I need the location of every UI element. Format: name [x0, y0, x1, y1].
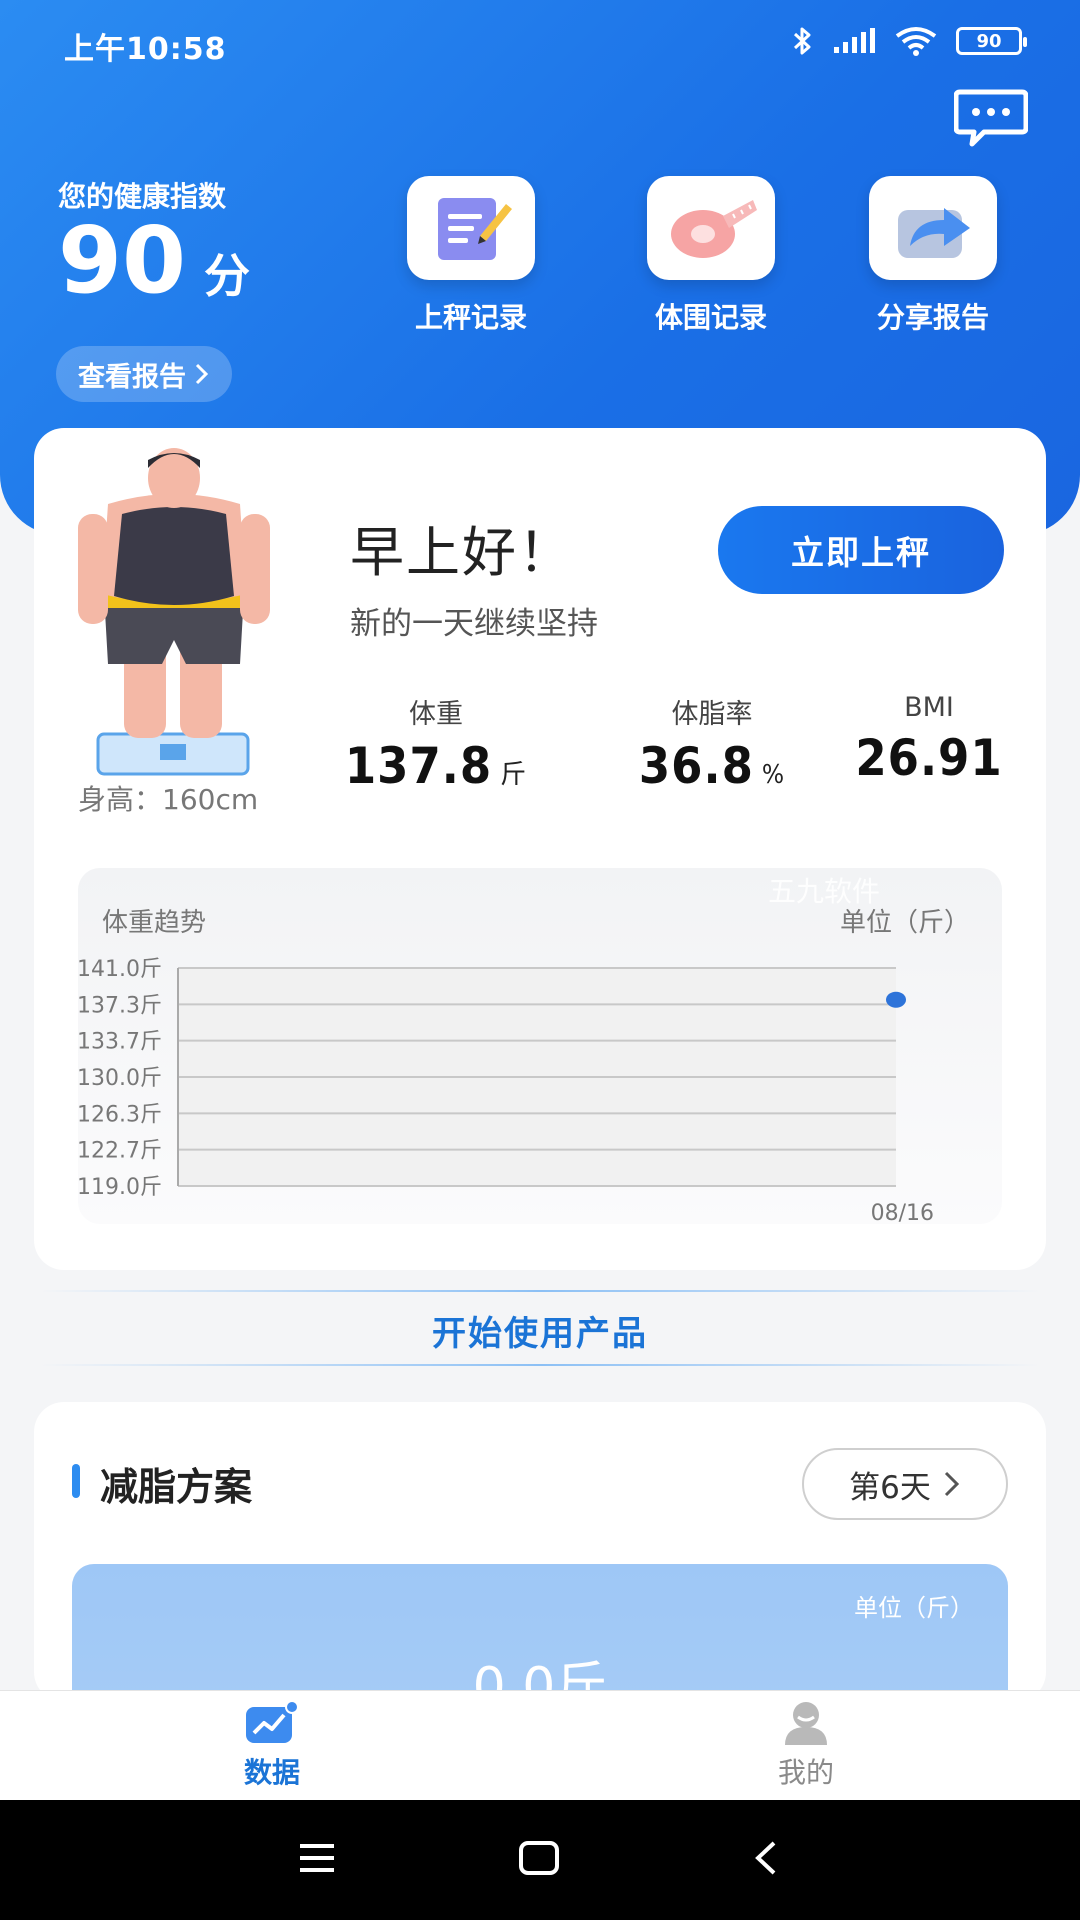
bluetooth-icon — [793, 27, 811, 55]
nav-data-label: 数据 — [243, 1756, 300, 1789]
nav-item-data[interactable]: 数据 — [172, 1699, 372, 1791]
body-measure-label: 体围记录 — [654, 301, 767, 334]
chevron-right-icon — [944, 1471, 959, 1497]
status-time: 上午10:58 — [64, 32, 227, 67]
metric-bodyfat: 体脂率 36.8% — [612, 692, 812, 795]
metric-bmi-label: BMI — [904, 692, 954, 723]
nav-item-mine[interactable]: 我的 — [706, 1699, 906, 1791]
wifi-icon — [895, 27, 937, 56]
y-tick-label: 137.3斤 — [78, 993, 162, 1018]
battery-icon: 90 — [956, 27, 1027, 55]
greeting-subtitle: 新的一天继续坚持 — [350, 606, 598, 642]
metric-bodyfat-value-row: 36.8% — [612, 737, 812, 795]
share-arrow-icon — [898, 208, 970, 258]
body-figure-illustration — [78, 448, 270, 776]
metric-weight-unit: 斤 — [500, 760, 528, 790]
body-measure-tile — [647, 176, 775, 280]
height-label: 身高：160cm — [78, 783, 259, 816]
y-tick-label: 119.0斤 — [78, 1175, 162, 1200]
profile-card: 身高：160cm 早上好！ 新的一天继续坚持 立即上秤 体重 137.8 斤 体脂… — [34, 428, 1046, 1270]
greeting-title: 早上好！ — [350, 521, 574, 584]
plan-unit: 单位（斤） — [854, 1594, 974, 1622]
weigh-record-button[interactable]: 上秤记录 — [396, 176, 546, 336]
fat-loss-plan-card: 减脂方案 第6天 单位（斤） 0.0斤 — [34, 1402, 1046, 1702]
metric-weight-value-row: 137.8 斤 — [336, 737, 536, 795]
weight-trend-chart: 五九软件 体重趋势 单位（斤） 141.0斤 137.3斤 133.7斤 130.0斤… — [78, 868, 1002, 1224]
plan-accent-bar — [72, 1464, 80, 1498]
divider-line-top — [40, 1290, 1040, 1292]
share-report-button[interactable]: 分享报告 — [858, 176, 1008, 336]
metric-bodyfat-label: 体脂率 — [671, 699, 753, 730]
start-product-label: 开始使用产品 — [432, 1314, 648, 1354]
weigh-now-button[interactable]: 立即上秤 — [718, 506, 1004, 594]
quick-actions: 上秤记录 体围记录 分享报告 — [0, 176, 1080, 336]
message-icon[interactable] — [954, 88, 1028, 148]
chevron-right-icon — [195, 363, 209, 385]
status-icons: 90 — [792, 26, 1027, 56]
chart-icon — [246, 1700, 299, 1743]
back-icon[interactable] — [752, 1840, 782, 1876]
share-report-tile — [869, 176, 997, 280]
menu-icon[interactable] — [298, 1840, 336, 1876]
share-report-label: 分享报告 — [876, 301, 989, 334]
y-tick-label: 133.7斤 — [78, 1030, 162, 1055]
body-measure-record-button[interactable]: 体围记录 — [636, 176, 786, 336]
trend-plot: 141.0斤 137.3斤 133.7斤 130.0斤 126.3斤 122.7斤 119.… — [78, 957, 934, 1224]
tape-measure-icon — [671, 200, 757, 258]
plan-day-label: 第6天 — [849, 1469, 931, 1506]
weigh-record-tile — [407, 176, 535, 280]
y-tick-label: 130.0斤 — [78, 1066, 162, 1091]
plan-title: 减脂方案 — [100, 1465, 253, 1509]
view-report-label: 查看报告 — [78, 361, 186, 393]
metric-bodyfat-unit: % — [761, 760, 786, 790]
y-tick-label: 141.0斤 — [78, 957, 162, 982]
metric-bmi-value: 26.91 — [855, 729, 1003, 787]
system-navigation-bar — [0, 1800, 1080, 1920]
divider-line-bottom — [40, 1364, 1040, 1366]
nav-mine-label: 我的 — [777, 1756, 834, 1789]
metric-weight-value: 137.8 — [344, 737, 493, 795]
view-report-button[interactable]: 查看报告 — [56, 346, 232, 402]
metric-bodyfat-value: 36.8 — [638, 737, 754, 795]
metric-bmi-value-row: 26.91 — [844, 729, 1014, 787]
plan-day-button[interactable]: 第6天 — [802, 1448, 1008, 1520]
bottom-navigation: 数据 我的 — [0, 1690, 1080, 1800]
status-bar: 上午10:58 90 — [0, 0, 1080, 90]
weigh-record-label: 上秤记录 — [414, 301, 527, 334]
metric-weight: 体重 137.8 斤 — [336, 692, 536, 795]
data-point — [886, 991, 906, 1008]
home-icon[interactable] — [518, 1840, 560, 1876]
battery-level: 90 — [976, 30, 1002, 52]
signal-icon — [834, 28, 875, 53]
metric-bmi: BMI 26.91 — [844, 692, 1014, 787]
y-tick-label: 126.3斤 — [78, 1102, 162, 1127]
y-tick-label: 122.7斤 — [78, 1139, 162, 1164]
notebook-pen-icon — [438, 198, 512, 260]
plan-summary-panel: 单位（斤） 0.0斤 — [72, 1564, 1008, 1702]
start-product-divider: 开始使用产品 — [40, 1290, 1040, 1366]
user-icon — [785, 1702, 827, 1745]
metric-weight-label: 体重 — [409, 699, 463, 730]
x-tick-label: 08/16 — [871, 1201, 934, 1224]
